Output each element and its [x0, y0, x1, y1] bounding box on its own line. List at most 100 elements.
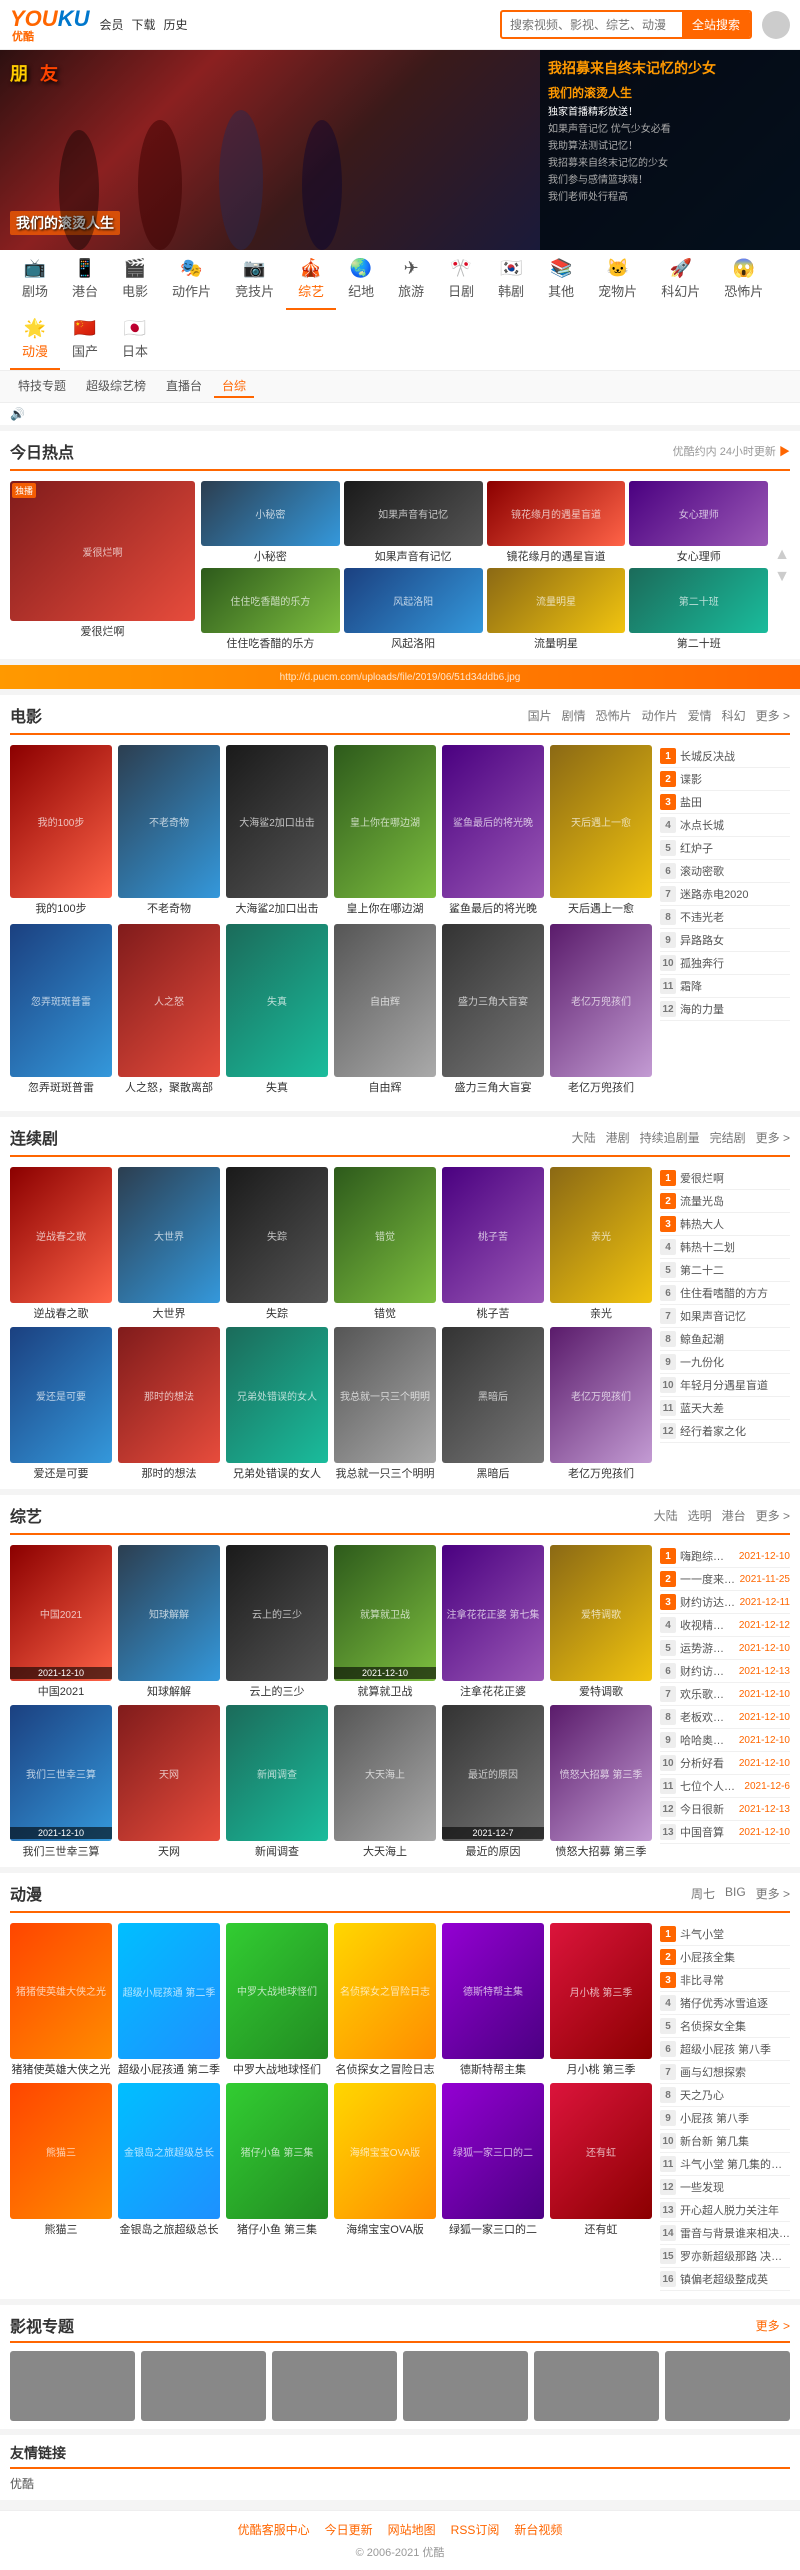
- movie-item-4[interactable]: 皇上你在哪边湖 皇上你在哪边湖: [334, 745, 436, 916]
- nav-sub-special[interactable]: 特技专题: [10, 375, 74, 398]
- drama-rank-6[interactable]: 6 住住看嗜醋的方方: [660, 1282, 790, 1305]
- variety-tab-more[interactable]: 更多 >: [756, 1507, 790, 1524]
- variety-tab-hk[interactable]: 港台: [722, 1507, 746, 1524]
- logo[interactable]: YOUKU 优酷: [10, 6, 89, 43]
- banner-main[interactable]: 朋 友 我们的滚烫人生: [0, 50, 540, 250]
- movie-item-8[interactable]: 人之怒 人之怒，聚散离部: [118, 924, 220, 1095]
- drama-item-4[interactable]: 错觉 错觉: [334, 1167, 436, 1321]
- nav-tab-domestic[interactable]: 🇨🇳 国产: [60, 310, 110, 370]
- movie-item-11[interactable]: 盛力三角大盲宴 盛力三角大盲宴: [442, 924, 544, 1095]
- anime-item-8[interactable]: 金银岛之旅超级总长 金银岛之旅超级总长: [118, 2083, 220, 2237]
- anime-rank-5[interactable]: 5 名侦探女全集: [660, 2015, 790, 2038]
- variety-tab-select[interactable]: 选明: [688, 1507, 712, 1524]
- scroll-down-icon[interactable]: ▼: [774, 568, 790, 586]
- variety-rank-2[interactable]: 2 一一度来大差 2021-11-25: [660, 1568, 790, 1591]
- update-button[interactable]: ▶: [779, 446, 790, 458]
- drama-item-5[interactable]: 桃子苦 桃子苦: [442, 1167, 544, 1321]
- nav-tab-movie[interactable]: 🎬 电影: [110, 250, 160, 310]
- drama-item-12[interactable]: 老亿万兜孩们 老亿万兜孩们: [550, 1327, 652, 1481]
- variety-item-3[interactable]: 云上的三少 云上的三少: [226, 1545, 328, 1699]
- nav-tab-anime[interactable]: 🌟 动漫: [10, 310, 60, 370]
- movie-tab-domestic[interactable]: 国片: [528, 707, 552, 724]
- drama-item-10[interactable]: 我总就一只三个明明 我总就一只三个明明: [334, 1327, 436, 1481]
- anime-item-10[interactable]: 海绵宝宝OVA版 海绵宝宝OVA版: [334, 2083, 436, 2237]
- footer-link-sitemap[interactable]: 网站地图: [388, 2521, 436, 2538]
- drama-rank-9[interactable]: 9 一九份化: [660, 1351, 790, 1374]
- variety-rank-12[interactable]: 12 今日很新 2021-12-13: [660, 1798, 790, 1821]
- movie-item-6[interactable]: 天后遇上一愈 天后遇上一愈: [550, 745, 652, 916]
- drama-rank-1[interactable]: 1 爱很烂啊: [660, 1167, 790, 1190]
- movie-rank-9[interactable]: 9 异路路女: [660, 929, 790, 952]
- drama-tab-mainland[interactable]: 大陆: [572, 1129, 596, 1146]
- topic-item-3[interactable]: [272, 2351, 397, 2421]
- header-nav-download[interactable]: 下载: [131, 16, 155, 33]
- movie-tab-action[interactable]: 动作片: [642, 707, 678, 724]
- movie-rank-8[interactable]: 8 不违光老: [660, 906, 790, 929]
- nav-tab-photo[interactable]: 📷 竞技片: [223, 250, 286, 310]
- nav-tab-action[interactable]: 🎭 动作片: [160, 250, 223, 310]
- anime-item-3[interactable]: 中罗大战地球怪们 中罗大战地球怪们: [226, 1923, 328, 2077]
- anime-rank-13[interactable]: 13 开心超人脱力关注年: [660, 2199, 790, 2222]
- movie-rank-4[interactable]: 4 冰点长城: [660, 814, 790, 837]
- movie-rank-5[interactable]: 5 红炉子: [660, 837, 790, 860]
- anime-rank-12[interactable]: 12 一些发现: [660, 2176, 790, 2199]
- anime-rank-6[interactable]: 6 超级小屁孩 第八季: [660, 2038, 790, 2061]
- topic-item-2[interactable]: [141, 2351, 266, 2421]
- anime-item-5[interactable]: 德斯特帮主集 德斯特帮主集: [442, 1923, 544, 2077]
- movie-item-10[interactable]: 自由辉 自由辉: [334, 924, 436, 1095]
- drama-tab-more[interactable]: 更多 >: [756, 1129, 790, 1146]
- drama-rank-12[interactable]: 12 经行着家之化: [660, 1420, 790, 1443]
- movie-tab-romance[interactable]: 爱情: [688, 707, 712, 724]
- search-input[interactable]: [502, 14, 682, 36]
- movie-tab-horror[interactable]: 恐怖片: [596, 707, 632, 724]
- movie-item-7[interactable]: 忽弄斑斑普雷 忽弄斑斑普雷: [10, 924, 112, 1095]
- nav-tab-travel[interactable]: ✈ 旅游: [386, 250, 436, 310]
- hot-item-2[interactable]: 如果声音有记忆 如果声音有记忆: [344, 481, 483, 564]
- anime-rank-11[interactable]: 11 斗气小堂 第几集的儿女: [660, 2153, 790, 2176]
- nav-sub-live[interactable]: 直播台: [158, 375, 210, 398]
- footer-link-today[interactable]: 今日更新: [325, 2521, 373, 2538]
- movie-tab-drama[interactable]: 剧情: [562, 707, 586, 724]
- drama-tab-chase[interactable]: 持续追剧量: [640, 1129, 700, 1146]
- anime-item-2[interactable]: 超级小屁孩通 第二季 超级小屁孩通 第二季: [118, 1923, 220, 2077]
- nav-sub-rank[interactable]: 超级综艺榜: [78, 375, 154, 398]
- topic-item-5[interactable]: [534, 2351, 659, 2421]
- variety-item-10[interactable]: 大天海上 大天海上: [334, 1705, 436, 1859]
- movie-rank-10[interactable]: 10 孤独奔行: [660, 952, 790, 975]
- movie-item-12[interactable]: 老亿万兜孩们 老亿万兜孩们: [550, 924, 652, 1095]
- variety-item-9[interactable]: 新闻调查 新闻调查: [226, 1705, 328, 1859]
- anime-item-4[interactable]: 名侦探女之冒险日志 名侦探女之冒险日志: [334, 1923, 436, 2077]
- drama-item-7[interactable]: 爱还是可要 爱还是可要: [10, 1327, 112, 1481]
- variety-item-4[interactable]: 就算就卫战 2021-12-10 就算就卫战: [334, 1545, 436, 1699]
- movie-item-9[interactable]: 失真 失真: [226, 924, 328, 1095]
- header-nav-vip[interactable]: 会员: [99, 16, 123, 33]
- variety-item-8[interactable]: 天网 天网: [118, 1705, 220, 1859]
- movie-item-2[interactable]: 不老奇物 不老奇物: [118, 745, 220, 916]
- movie-rank-2[interactable]: 2 谍影: [660, 768, 790, 791]
- drama-item-1[interactable]: 逆战春之歌 逆战春之歌: [10, 1167, 112, 1321]
- variety-rank-7[interactable]: 7 欢乐歌唱 第三季 2021-12-10: [660, 1683, 790, 1706]
- hot-item-1[interactable]: 小秘密 小秘密: [201, 481, 340, 564]
- anime-item-6[interactable]: 月小桃 第三季 月小桃 第三季: [550, 1923, 652, 2077]
- search-button[interactable]: 全站搜索: [682, 12, 750, 37]
- anime-item-7[interactable]: 熊猫三 熊猫三: [10, 2083, 112, 2237]
- anime-rank-3[interactable]: 3 非比寻常: [660, 1969, 790, 1992]
- anime-rank-9[interactable]: 9 小屁孩 第八季: [660, 2107, 790, 2130]
- nav-tab-drama[interactable]: 📺 剧场: [10, 250, 60, 310]
- anime-item-11[interactable]: 绿狐一家三口的二 绿狐一家三口的二: [442, 2083, 544, 2237]
- movie-rank-6[interactable]: 6 滚动密歌: [660, 860, 790, 883]
- nav-tab-gangtai[interactable]: 📱 港台: [60, 250, 110, 310]
- header-nav-history[interactable]: 历史: [164, 16, 188, 33]
- hot-featured[interactable]: 爱很烂啊 独播 爱很烂啊: [10, 481, 195, 651]
- drama-rank-11[interactable]: 11 蓝天大差: [660, 1397, 790, 1420]
- topic-more[interactable]: 更多 >: [756, 2317, 790, 2334]
- variety-tab-mainland[interactable]: 大陆: [654, 1507, 678, 1524]
- anime-item-12[interactable]: 还有虹 还有虹: [550, 2083, 652, 2237]
- nav-tab-geo[interactable]: 🌏 纪地: [336, 250, 386, 310]
- movie-tab-more[interactable]: 更多 >: [756, 707, 790, 724]
- drama-tab-hk[interactable]: 港剧: [606, 1129, 630, 1146]
- anime-rank-15[interactable]: 15 罗亦新超级那路 决定了！: [660, 2245, 790, 2268]
- anime-rank-1[interactable]: 1 斗气小堂: [660, 1923, 790, 1946]
- nav-tab-other[interactable]: 📚 其他: [536, 250, 586, 310]
- nav-tab-japan[interactable]: 🇯🇵 日本: [110, 310, 160, 370]
